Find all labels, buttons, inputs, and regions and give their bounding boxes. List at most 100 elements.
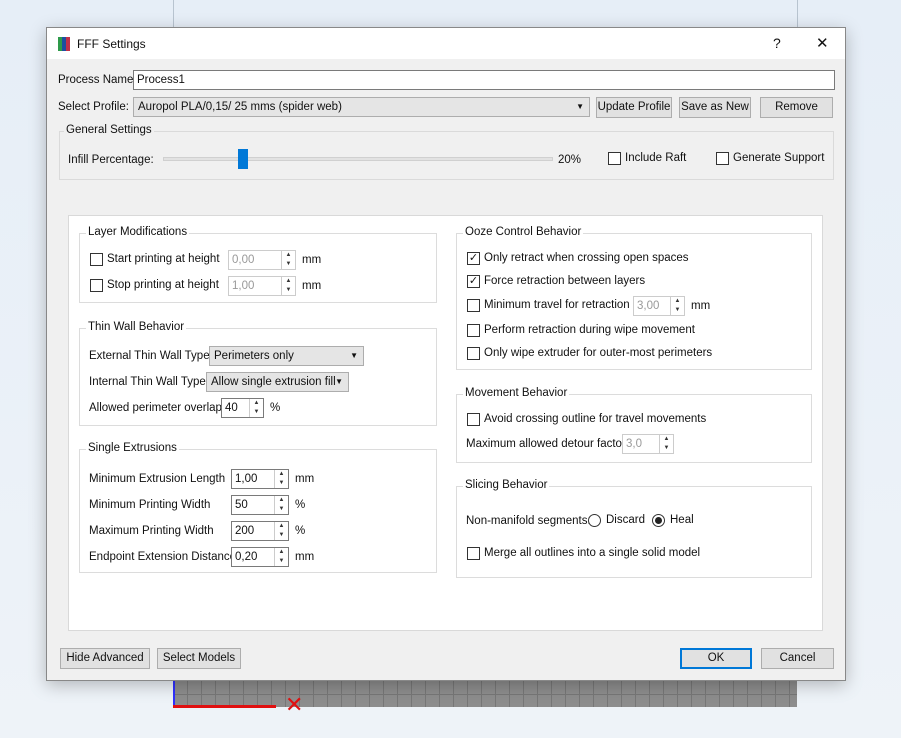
perimeter-overlap-value: 40 [225, 402, 238, 414]
single-extrusion-label: Endpoint Extension Distance [89, 551, 237, 563]
spin-arrows-icon[interactable]: ▲ ▼ [659, 435, 673, 453]
remove-button[interactable]: Remove [760, 97, 833, 118]
help-button[interactable]: ? [773, 35, 781, 51]
stop-height-spinbox[interactable]: 1,00 ▲ ▼ [228, 276, 296, 296]
chevron-down-icon: ▼ [335, 377, 343, 386]
chevron-down-icon: ▼ [350, 351, 358, 360]
movement-behavior-group: Movement Behavior Avoid crossing outline… [456, 387, 812, 463]
fff-settings-dialog: FFF Settings ? ✕ Process Name: Process1 … [46, 27, 846, 681]
generate-support-checkbox[interactable] [716, 152, 729, 165]
single-extrusions-group: Single Extrusions Minimum Extrusion Leng… [79, 442, 437, 573]
start-height-spinbox[interactable]: 0,00 ▲ ▼ [228, 250, 296, 270]
profile-select[interactable]: Auropol PLA/0,15/ 25 mms (spider web) ▼ [133, 97, 590, 117]
start-height-label: Start printing at height [107, 253, 220, 265]
bed-edge-left [173, 0, 174, 30]
spin-arrows-icon[interactable]: ▲ ▼ [274, 496, 288, 514]
infill-label: Infill Percentage: [68, 154, 154, 166]
stop-height-value: 1,00 [232, 280, 255, 292]
select-profile-label: Select Profile: [58, 101, 129, 113]
save-as-new-button[interactable]: Save as New [679, 97, 751, 118]
layer-modifications-title: Layer Modifications [86, 226, 190, 238]
single-extrusion-label: Minimum Printing Width [89, 499, 211, 511]
external-thin-wall-select[interactable]: Perimeters only ▼ [209, 346, 364, 366]
bed-edge-right [797, 0, 798, 30]
single-extrusion-label: Maximum Printing Width [89, 525, 214, 537]
min-travel-checkbox[interactable] [467, 299, 480, 312]
dialog-title: FFF Settings [77, 37, 146, 51]
perimeter-overlap-spinbox[interactable]: 40 ▲ ▼ [221, 398, 264, 418]
include-raft-label: Include Raft [625, 152, 687, 164]
thin-wall-title: Thin Wall Behavior [86, 321, 187, 333]
stop-height-label: Stop printing at height [107, 279, 219, 291]
single-extrusion-spinbox[interactable]: 1,00 ▲ ▼ [231, 469, 289, 489]
detour-factor-spinbox[interactable]: 3,0 ▲ ▼ [622, 434, 674, 454]
single-extrusion-label: Minimum Extrusion Length [89, 473, 226, 485]
advanced-tab-panel: Layer Modifications Start printing at he… [68, 215, 823, 631]
force-retract-label: Force retraction between layers [484, 275, 646, 287]
discard-radio[interactable] [588, 514, 601, 527]
ok-button[interactable]: OK [680, 648, 752, 669]
ooze-control-group: Ooze Control Behavior ✓ Only retract whe… [456, 226, 812, 370]
wipe-outer-label: Only wipe extruder for outer-most perime… [484, 347, 713, 359]
single-extrusion-unit: % [295, 525, 306, 537]
start-height-value: 0,00 [232, 254, 255, 266]
unit-mm: mm [302, 254, 322, 266]
single-extrusion-unit: % [295, 499, 306, 511]
force-retract-checkbox[interactable]: ✓ [467, 275, 480, 288]
hide-advanced-button[interactable]: Hide Advanced [60, 648, 150, 669]
external-thin-wall-value: Perimeters only [214, 350, 294, 362]
spin-arrows-icon[interactable]: ▲ ▼ [281, 277, 295, 295]
detour-factor-label: Maximum allowed detour factor [466, 438, 626, 450]
unit-mm: mm [302, 280, 322, 292]
avoid-crossing-checkbox[interactable] [467, 413, 480, 426]
infill-slider-track[interactable] [163, 157, 553, 161]
general-settings-title: General Settings [64, 124, 154, 136]
single-extrusion-unit: mm [295, 473, 315, 485]
x-axis-line [173, 705, 276, 708]
merge-outlines-label: Merge all outlines into a single solid m… [484, 547, 701, 559]
internal-thin-wall-select[interactable]: Allow single extrusion fill ▼ [206, 372, 349, 392]
start-height-checkbox[interactable] [90, 253, 103, 266]
slicing-behavior-group: Slicing Behavior Non-manifold segments: … [456, 479, 812, 578]
merge-outlines-checkbox[interactable] [467, 547, 480, 560]
unit-percent: % [270, 402, 281, 414]
stop-height-checkbox[interactable] [90, 279, 103, 292]
title-bar: FFF Settings ? ✕ [47, 28, 845, 59]
min-travel-value: 3,00 [637, 300, 660, 312]
single-extrusion-spinbox[interactable]: 0,20 ▲ ▼ [231, 547, 289, 567]
heal-label: Heal [670, 514, 694, 526]
min-travel-spinbox[interactable]: 3,00 ▲ ▼ [633, 296, 685, 316]
select-models-button[interactable]: Select Models [157, 648, 241, 669]
spin-arrows-icon[interactable]: ▲ ▼ [670, 297, 684, 315]
infill-value: 20% [558, 154, 582, 166]
process-name-input[interactable]: Process1 [133, 70, 835, 90]
wipe-retraction-checkbox[interactable] [467, 324, 480, 337]
heal-radio[interactable] [652, 514, 665, 527]
generate-support-label: Generate Support [733, 152, 825, 164]
only-retract-label: Only retract when crossing open spaces [484, 252, 689, 264]
only-retract-checkbox[interactable]: ✓ [467, 252, 480, 265]
spin-arrows-icon[interactable]: ▲ ▼ [249, 399, 263, 417]
spin-arrows-icon[interactable]: ▲ ▼ [281, 251, 295, 269]
include-raft-checkbox[interactable] [608, 152, 621, 165]
non-manifold-label: Non-manifold segments: [466, 515, 591, 527]
single-extrusion-value: 0,20 [235, 551, 258, 563]
spin-arrows-icon[interactable]: ▲ ▼ [274, 548, 288, 566]
cancel-button[interactable]: Cancel [761, 648, 834, 669]
discard-label: Discard [606, 514, 645, 526]
update-profile-button[interactable]: Update Profile [596, 97, 672, 118]
min-travel-label: Minimum travel for retraction [484, 299, 630, 311]
close-icon[interactable]: ✕ [816, 34, 829, 52]
single-extrusion-value: 200 [235, 525, 255, 537]
spin-arrows-icon[interactable]: ▲ ▼ [274, 470, 288, 488]
single-extrusion-spinbox[interactable]: 50 ▲ ▼ [231, 495, 289, 515]
spin-arrows-icon[interactable]: ▲ ▼ [274, 522, 288, 540]
single-extrusion-spinbox[interactable]: 200 ▲ ▼ [231, 521, 289, 541]
layer-modifications-group: Layer Modifications Start printing at he… [79, 226, 437, 303]
single-extrusion-value: 50 [235, 499, 248, 511]
infill-slider-thumb[interactable] [238, 149, 248, 169]
internal-thin-wall-value: Allow single extrusion fill [211, 376, 336, 388]
wipe-outer-checkbox[interactable] [467, 347, 480, 360]
slicing-behavior-title: Slicing Behavior [463, 479, 550, 491]
general-settings-group: General Settings Infill Percentage: 20% … [59, 124, 834, 180]
